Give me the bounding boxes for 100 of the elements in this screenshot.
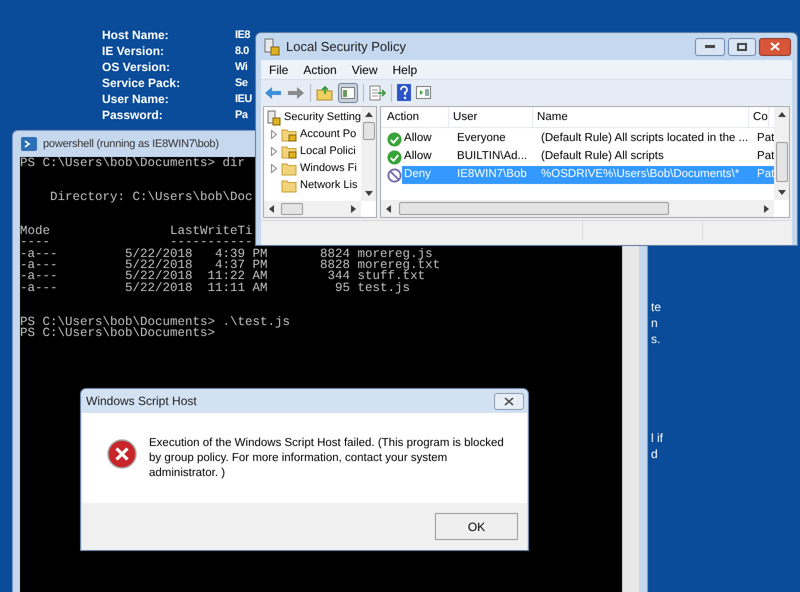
menu-item[interactable]: View — [346, 60, 384, 78]
console-line: ---- ----------- — [20, 237, 253, 249]
check-icon — [387, 132, 402, 146]
expand-icon[interactable] — [271, 130, 277, 139]
window-title: powershell (running as IE8WIN7\bob) — [43, 136, 219, 152]
table-cell-text: Allow — [403, 149, 433, 164]
column-header[interactable]: Name — [533, 107, 750, 128]
desktop-text: s. — [651, 332, 660, 346]
console-line: -a--- 5/22/2018 11:11 AM 95 test.js — [20, 282, 410, 294]
menu-item[interactable]: Action — [297, 60, 343, 78]
expand-icon[interactable] — [271, 164, 277, 173]
scroll-up-icon[interactable] — [364, 110, 374, 120]
ok-button[interactable]: OK — [435, 513, 518, 540]
table-row[interactable]: Allow Everyone (Default Rule) All scripts located in the ... Pat — [402, 130, 774, 148]
policy-icon — [267, 110, 281, 126]
close-icon — [504, 396, 514, 406]
info-value: 8.0 — [235, 44, 250, 59]
close-button[interactable] — [494, 392, 524, 410]
desktop-text: d — [651, 447, 658, 461]
console-line: PS C:\Users\bob\Documents> — [20, 328, 216, 340]
table-cell-text: Pat — [756, 167, 774, 182]
scroll-thumb[interactable] — [281, 203, 303, 215]
info-value: Pa — [235, 108, 249, 123]
table-row[interactable]: Allow BUILTIN\Ad... (Default Rule) All scripts Pat — [402, 148, 774, 166]
info-label: Host Name: — [102, 28, 170, 43]
scroll-up-icon[interactable] — [776, 110, 787, 120]
scroll-thumb[interactable] — [399, 202, 670, 215]
scroll-thumb[interactable] — [776, 142, 788, 182]
error-icon — [107, 439, 137, 469]
console-line: Directory: C:\Users\bob\Doc — [49, 192, 253, 204]
table-cell-text: Allow — [403, 131, 433, 146]
console-line: Mode LastWriteTi — [20, 226, 253, 238]
info-value: Wi — [235, 60, 248, 75]
table-cell-text: Pat — [756, 149, 774, 164]
help-icon[interactable] — [397, 84, 411, 101]
scrollbar[interactable] — [264, 201, 362, 217]
desktop-text: te — [651, 300, 662, 314]
column-header[interactable]: User — [449, 107, 534, 128]
tree-item[interactable]: Local Polici — [300, 143, 356, 160]
console-line: -a--- 5/22/2018 11:22 AM 344 stuff.txt — [20, 271, 426, 283]
folder-icon — [281, 178, 297, 193]
info-label: Service Pack: — [102, 76, 182, 91]
scrollbar[interactable] — [361, 107, 376, 201]
close-icon — [770, 42, 780, 51]
info-value: IEU — [235, 92, 252, 107]
info-label: Password: — [102, 108, 164, 123]
prohibited-icon — [387, 168, 402, 182]
console-line: -a--- 5/22/2018 4:37 PM 8828 morereg.txt — [20, 260, 440, 272]
info-value: Se — [235, 76, 248, 91]
console-line: PS C:\Users\bob\Documents> .\test.js — [20, 316, 290, 328]
table-cell-text: Deny — [403, 167, 432, 182]
console-line: -a--- 5/22/2018 4:39 PM 8824 morereg.js — [20, 248, 433, 260]
policy-icon — [264, 38, 280, 56]
scrollbar[interactable] — [381, 200, 774, 217]
scroll-right-icon[interactable] — [761, 204, 772, 214]
table-cell-text: BUILTIN\Ad... — [456, 149, 528, 164]
column-header[interactable]: Co — [749, 107, 770, 128]
expand-icon[interactable] — [271, 147, 277, 156]
tree-item[interactable]: Security Setting — [284, 109, 362, 126]
table-cell-text: IE8WIN7\Bob — [456, 167, 528, 182]
column-header[interactable]: Action — [381, 107, 450, 128]
export-list-icon[interactable] — [369, 84, 386, 100]
forward-icon[interactable] — [287, 86, 305, 100]
scroll-thumb[interactable] — [362, 122, 375, 140]
menu-item[interactable]: File — [263, 60, 294, 78]
error-message: Execution of the Windows Script Host failed. (This program is blocked by group policy. For more information, contact your system administrator. ) — [149, 436, 504, 481]
folder-icon — [281, 161, 297, 176]
table-cell-text: (Default Rule) All scripts located in the ... — [540, 131, 750, 146]
tree-toggle-button[interactable] — [338, 82, 358, 102]
scrollbar[interactable] — [622, 246, 639, 592]
menu-item[interactable]: Help — [386, 60, 424, 78]
table-cell-text: %OSDRIVE%\Users\Bob\Documents\* — [540, 167, 740, 182]
policy-folder-icon — [281, 144, 297, 159]
maximize-button[interactable] — [728, 38, 756, 56]
scroll-left-icon[interactable] — [267, 204, 277, 214]
info-value: IE8 — [235, 28, 252, 43]
policy-folder-icon — [281, 127, 297, 142]
scrollbar[interactable] — [774, 107, 790, 200]
table-cell-text: (Default Rule) All scripts — [540, 149, 665, 164]
info-label: OS Version: — [102, 60, 172, 75]
tree-item[interactable]: Network Lis — [300, 177, 358, 194]
scroll-down-icon[interactable] — [364, 188, 374, 198]
info-label: IE Version: — [102, 44, 166, 59]
window-title: Local Security Policy — [286, 38, 406, 56]
tree-item[interactable]: Account Po — [300, 126, 356, 143]
scroll-down-icon[interactable] — [776, 187, 787, 197]
minimize-button[interactable] — [695, 38, 725, 56]
action-pane-icon[interactable] — [416, 86, 431, 99]
info-label: User Name: — [102, 92, 170, 107]
desktop-text: n — [651, 316, 658, 330]
check-icon — [387, 150, 402, 164]
back-icon[interactable] — [264, 86, 282, 100]
table-cell-text: Pat — [756, 131, 774, 146]
close-button[interactable] — [759, 38, 791, 56]
scroll-right-icon[interactable] — [348, 204, 358, 214]
tree-item[interactable]: Windows Fi — [300, 160, 357, 177]
dialog-title: Windows Script Host — [86, 393, 197, 410]
desktop-text: l if — [651, 431, 663, 445]
up-folder-icon[interactable] — [316, 84, 333, 100]
console-line: PS C:\Users\bob\Documents> dir — [20, 158, 246, 170]
